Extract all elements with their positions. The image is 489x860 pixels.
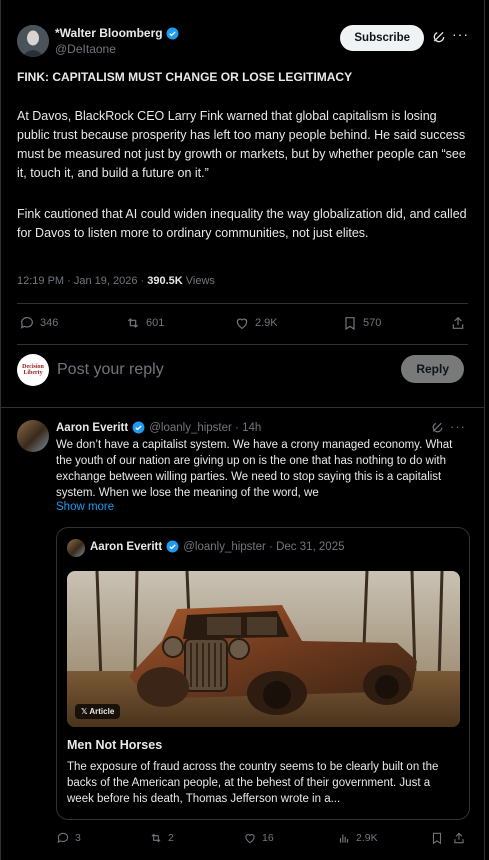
article-badge-label: Article	[89, 707, 115, 716]
bookmark-action[interactable]	[430, 829, 444, 847]
comment-author-name[interactable]: Aaron Everitt	[56, 422, 128, 434]
avatar[interactable]	[17, 25, 49, 57]
more-options-icon[interactable]: ···	[452, 27, 468, 43]
verified-badge-icon	[132, 421, 145, 434]
author-handle[interactable]: @DeItaone	[55, 42, 116, 56]
repost-count: 2	[168, 832, 174, 844]
comment-text: We don’t have a capitalist system. We ha…	[56, 439, 453, 499]
like-action[interactable]: 2.9K	[234, 314, 278, 332]
article-badge: 𝕏 Article	[75, 704, 121, 719]
comment-header: Aaron Everitt @loanly_hipster · 14h	[56, 421, 261, 434]
avatar-logo-text: Liberty	[23, 370, 43, 376]
views-label: Views	[182, 275, 215, 287]
reply-count: 3	[75, 832, 81, 844]
avatar-portrait-icon	[17, 25, 49, 57]
views-count: 2.9K	[356, 832, 378, 844]
quoted-post[interactable]: Aaron Everitt @loanly_hipster · Dec 31, …	[56, 527, 470, 820]
reply-action[interactable]: 346	[19, 314, 58, 332]
heart-icon	[236, 318, 248, 330]
bookmark-icon	[345, 317, 355, 331]
comment-more-icon[interactable]: ···	[450, 419, 466, 434]
divider	[17, 303, 468, 304]
show-more-link[interactable]: Show more	[56, 501, 114, 513]
subscribe-button[interactable]: Subscribe	[340, 25, 424, 51]
grok-icon[interactable]	[431, 421, 444, 434]
quote-header: Aaron Everitt @loanly_hipster · Dec 31, …	[90, 540, 344, 553]
composer-avatar[interactable]: Decision Liberty	[17, 354, 49, 386]
share-action[interactable]	[452, 829, 466, 847]
repost-action[interactable]: 2	[149, 829, 174, 847]
article-image[interactable]: 𝕏 Article	[67, 571, 460, 727]
post-headline: FINK: CAPITALISM MUST CHANGE OR LOSE LEG…	[17, 70, 353, 84]
bookmark-icon	[432, 832, 442, 845]
comment-avatar[interactable]	[17, 420, 49, 452]
share-icon	[452, 316, 464, 329]
article-description: The exposure of fraud across the country…	[67, 761, 439, 805]
views-action[interactable]: 2.9K	[337, 829, 378, 847]
repost-icon	[127, 318, 139, 328]
quote-avatar	[67, 539, 85, 557]
views-count: 390.5K	[147, 275, 183, 287]
repost-action[interactable]: 601	[125, 314, 164, 332]
like-action[interactable]: 16	[243, 829, 274, 847]
post-actions: 346 601 2.9K 570	[19, 314, 466, 334]
reply-count: 346	[40, 317, 59, 329]
author-name[interactable]: *Walter Bloomberg	[55, 26, 179, 40]
like-count: 2.9K	[255, 317, 278, 329]
divider	[17, 344, 468, 345]
post-paragraph-1: At Davos, BlackRock CEO Larry Fink warne…	[17, 109, 466, 180]
repost-count: 601	[146, 317, 165, 329]
share-icon	[454, 832, 464, 844]
post-header: *Walter Bloomberg @DeItaone Subscribe ··…	[17, 24, 468, 60]
author-name-text[interactable]: *Walter Bloomberg	[55, 26, 163, 40]
post-detail-view: *Walter Bloomberg @DeItaone Subscribe ··…	[0, 0, 485, 860]
comment-handle-time[interactable]: @loanly_hipster · 14h	[149, 422, 261, 434]
bookmark-count: 570	[363, 317, 382, 329]
reply-icon	[57, 832, 69, 844]
post-paragraph-2: Fink cautioned that AI could widen inequ…	[17, 207, 467, 240]
post-timestamp[interactable]: 12:19 PM · Jan 19, 2026 ·	[17, 275, 147, 287]
verified-badge-icon	[166, 540, 179, 553]
analytics-icon	[339, 834, 349, 843]
repost-icon	[151, 833, 161, 843]
reply-input[interactable]: Post your reply	[57, 361, 164, 379]
rusty-truck-image	[67, 571, 460, 727]
heart-icon	[245, 834, 255, 844]
verified-badge-icon	[166, 27, 179, 39]
reply-button[interactable]: Reply	[401, 355, 464, 383]
like-count: 16	[262, 832, 274, 844]
bookmark-action[interactable]: 570	[342, 314, 381, 332]
divider	[1, 407, 484, 408]
share-action[interactable]	[450, 314, 466, 332]
article-title[interactable]: Men Not Horses	[67, 738, 162, 752]
comment-actions: 3 2 16 2.9K	[56, 829, 466, 847]
reply-icon	[20, 317, 33, 329]
quote-handle-date: @loanly_hipster · Dec 31, 2025	[183, 540, 345, 553]
quote-author-name: Aaron Everitt	[90, 540, 163, 553]
post-meta: 12:19 PM · Jan 19, 2026 · 390.5K Views	[17, 275, 215, 287]
grok-icon[interactable]	[432, 30, 446, 44]
reply-action[interactable]: 3	[56, 829, 81, 847]
